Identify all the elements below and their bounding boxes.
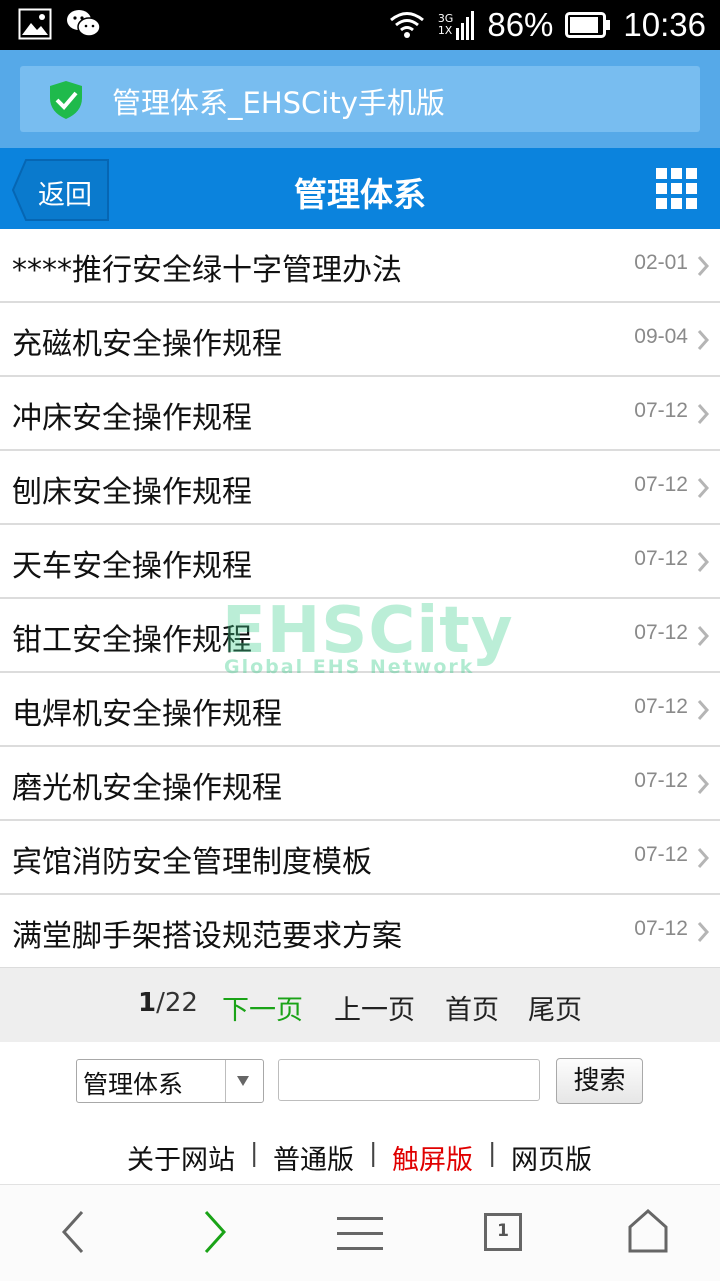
tab-count: 1 [497, 1221, 509, 1241]
list-item-date: 07-12 [634, 473, 688, 496]
chevron-right-icon [697, 626, 710, 646]
network-1x: 1X [437, 24, 453, 37]
signal-group: 3G 1X [438, 10, 476, 40]
list-item-title: ****推行安全绿十字管理办法 [12, 253, 402, 288]
list-item[interactable]: ****推行安全绿十字管理办法 02-01 [0, 229, 720, 303]
battery-icon [565, 12, 611, 38]
first-page-link[interactable]: 首页 [445, 988, 499, 1027]
chevron-right-icon [697, 700, 710, 720]
list-item[interactable]: 磨光机安全操作规程 07-12 [0, 747, 720, 821]
list-item-date: 07-12 [634, 547, 688, 570]
list-item[interactable]: 刨床安全操作规程 07-12 [0, 451, 720, 525]
network-type: 3G 1X [438, 13, 454, 37]
last-page-link[interactable]: 尾页 [528, 988, 582, 1027]
home-icon[interactable] [628, 1209, 668, 1253]
signal-icon [456, 11, 475, 40]
header-title: 管理体系 [294, 175, 426, 214]
current-page: 1 [138, 988, 157, 1018]
chevron-right-icon [697, 404, 710, 424]
list-item[interactable]: 电焊机安全操作规程 07-12 [0, 673, 720, 747]
touch-version-link[interactable]: 触屏版 [392, 1138, 473, 1177]
list-item-date: 07-12 [634, 769, 688, 792]
security-shield-icon [50, 81, 82, 119]
list-item-title: 冲床安全操作规程 [12, 401, 252, 436]
list-item-date: 07-12 [634, 843, 688, 866]
footer-separator: | [488, 1138, 497, 1167]
footer-separator: | [250, 1138, 259, 1167]
chevron-right-icon [697, 478, 710, 498]
status-right-icons: 3G 1X 86% 10:36 [388, 4, 706, 46]
wechat-icon [67, 10, 101, 37]
chevron-right-icon [697, 848, 710, 868]
list-item-title: 宾馆消防安全管理制度模板 [12, 845, 372, 880]
prev-page-link[interactable]: 上一页 [334, 988, 415, 1027]
chevron-right-icon [697, 552, 710, 572]
about-link[interactable]: 关于网站 [127, 1138, 235, 1177]
select-divider [225, 1060, 226, 1102]
article-list: ****推行安全绿十字管理办法 02-01 充磁机安全操作规程 09-04 冲床… [0, 229, 720, 969]
list-item-title: 钳工安全操作规程 [12, 623, 252, 658]
address-bar[interactable]: 管理体系_EHSCity手机版 [20, 66, 700, 132]
back-nav-icon[interactable] [58, 1209, 88, 1255]
search-button[interactable]: 搜索 [556, 1058, 643, 1104]
site-header: 返回 管理体系 [0, 148, 720, 229]
browser-title-bar: 管理体系_EHSCity手机版 [0, 50, 720, 148]
list-item[interactable]: 满堂脚手架搭设规范要求方案 07-12 [0, 895, 720, 969]
list-item[interactable]: 充磁机安全操作规程 09-04 [0, 303, 720, 377]
list-item-title: 电焊机安全操作规程 [12, 697, 282, 732]
footer-links: 关于网站 | 普通版 | 触屏版 | 网页版 [0, 1138, 720, 1178]
list-item-date: 07-12 [634, 399, 688, 422]
chevron-right-icon [697, 774, 710, 794]
category-select[interactable]: 管理体系 [76, 1059, 264, 1103]
list-item-date: 09-04 [634, 325, 688, 348]
list-item[interactable]: 钳工安全操作规程 07-12 [0, 599, 720, 673]
list-item-title: 磨光机安全操作规程 [12, 771, 282, 806]
list-item-date: 07-12 [634, 917, 688, 940]
tabs-button[interactable]: 1 [484, 1213, 522, 1251]
browser-bottom-nav: 1 [0, 1184, 720, 1281]
menu-icon[interactable] [337, 1215, 383, 1251]
battery-percent: 86% [487, 6, 554, 43]
list-item-title: 满堂脚手架搭设规范要求方案 [12, 919, 402, 954]
list-item-title: 刨床安全操作规程 [12, 475, 252, 510]
chevron-right-icon [697, 922, 710, 942]
total-pages: /22 [156, 988, 198, 1018]
footer-separator: | [369, 1138, 378, 1167]
normal-version-link[interactable]: 普通版 [273, 1138, 354, 1177]
chevron-right-icon [697, 330, 710, 350]
list-item-title: 充磁机安全操作规程 [12, 327, 282, 362]
list-item-date: 07-12 [634, 621, 688, 644]
page-indicator: 1/22 [138, 988, 198, 1018]
category-select-value: 管理体系 [83, 1070, 184, 1099]
page-title: 管理体系_EHSCity手机版 [112, 86, 445, 120]
pagination: 1/22 下一页 上一页 首页 尾页 [0, 968, 720, 1042]
gallery-icon [18, 8, 52, 40]
forward-nav-icon[interactable] [200, 1209, 230, 1255]
dropdown-arrow-icon [237, 1076, 249, 1086]
list-item-date: 07-12 [634, 695, 688, 718]
wifi-icon [389, 12, 424, 38]
list-item[interactable]: 天车安全操作规程 07-12 [0, 525, 720, 599]
status-left-icons [18, 8, 102, 40]
list-item[interactable]: 宾馆消防安全管理制度模板 07-12 [0, 821, 720, 895]
list-item[interactable]: 冲床安全操作规程 07-12 [0, 377, 720, 451]
clock: 10:36 [623, 6, 706, 43]
web-version-link[interactable]: 网页版 [511, 1138, 592, 1177]
list-item-title: 天车安全操作规程 [12, 549, 252, 584]
next-page-link[interactable]: 下一页 [222, 988, 303, 1027]
search-input[interactable] [278, 1059, 540, 1101]
grid-menu-icon[interactable] [656, 168, 698, 210]
chevron-right-icon [697, 256, 710, 276]
list-item-date: 02-01 [634, 251, 688, 274]
status-bar: 3G 1X 86% 10:36 [0, 0, 720, 50]
